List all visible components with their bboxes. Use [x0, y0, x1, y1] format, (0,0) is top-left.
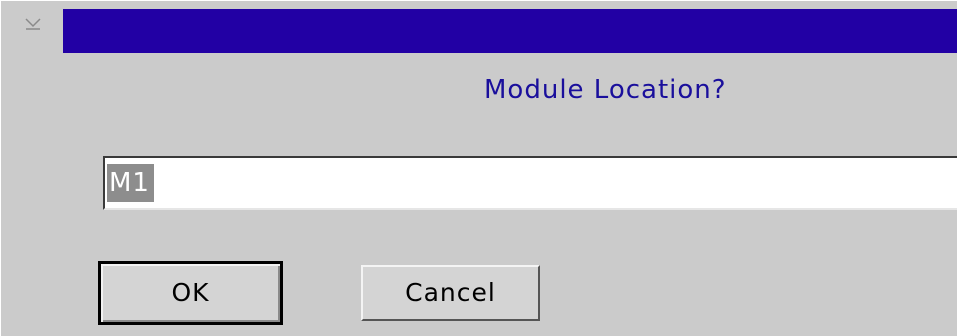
ok-button[interactable]: OK	[98, 261, 283, 325]
prompt-label: Module Location?	[484, 75, 727, 105]
system-menu-icon	[25, 18, 41, 30]
input-selected-text: M1	[107, 164, 154, 202]
cancel-button[interactable]: Cancel	[361, 265, 540, 321]
module-location-input[interactable]: M1	[103, 156, 957, 210]
module-location-dialog: Module Location? M1 OK Cancel	[0, 0, 957, 336]
system-menu-button[interactable]	[5, 9, 59, 53]
title-bar[interactable]	[1, 9, 957, 53]
title-bar-fill	[63, 9, 957, 53]
